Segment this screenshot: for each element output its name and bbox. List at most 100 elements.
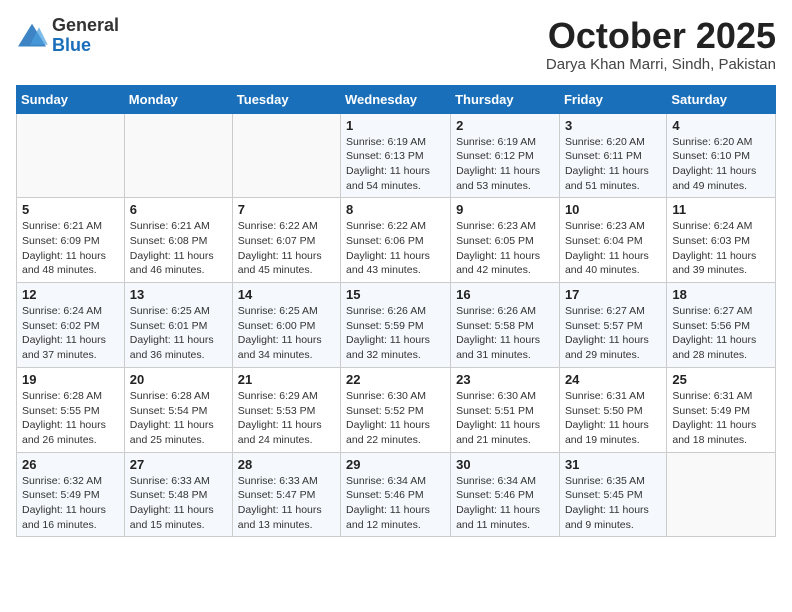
calendar-cell: 6 Sunrise: 6:21 AM Sunset: 6:08 PM Daylig… bbox=[124, 198, 232, 283]
logo-text: General Blue bbox=[52, 16, 119, 56]
day-number: 6 bbox=[130, 202, 227, 217]
calendar-cell: 7Sunrise: 6:22 AM Sunset: 6:07 PM Daylig… bbox=[232, 198, 340, 283]
day-number: 22 bbox=[346, 372, 445, 387]
calendar-cell: 15 Sunrise: 6:26 AM Sunset: 5:59 PM Dayli… bbox=[341, 283, 451, 368]
calendar-week-row: 1 Sunrise: 6:19 AM Sunset: 6:13 PM Daylig… bbox=[17, 113, 776, 198]
day-info: Sunrise: 6:33 AM Sunset: 5:47 PM Dayligh… bbox=[238, 474, 335, 533]
day-number: 7 bbox=[238, 202, 335, 217]
logo-icon bbox=[16, 22, 48, 50]
day-number: 30 bbox=[456, 457, 554, 472]
day-info: Sunrise: 6:25 AM Sunset: 6:01 PM Dayligh… bbox=[130, 304, 227, 363]
day-info: Sunrise: 6:19 AM Sunset: 6:12 PM Dayligh… bbox=[456, 135, 554, 194]
day-number: 2 bbox=[456, 118, 554, 133]
day-number: 8 bbox=[346, 202, 445, 217]
day-info: Sunrise: 6:21 AM Sunset: 6:08 PM Dayligh… bbox=[130, 219, 227, 278]
day-number: 31 bbox=[565, 457, 661, 472]
calendar-cell: 25Sunrise: 6:31 AM Sunset: 5:49 PM Dayli… bbox=[667, 367, 776, 452]
weekday-header-tuesday: Tuesday bbox=[232, 85, 340, 113]
day-number: 10 bbox=[565, 202, 661, 217]
calendar-body: 1 Sunrise: 6:19 AM Sunset: 6:13 PM Daylig… bbox=[17, 113, 776, 537]
day-info: Sunrise: 6:22 AM Sunset: 6:06 PM Dayligh… bbox=[346, 219, 445, 278]
day-info: Sunrise: 6:19 AM Sunset: 6:13 PM Dayligh… bbox=[346, 135, 445, 194]
calendar-cell: 31 Sunrise: 6:35 AM Sunset: 5:45 PM Dayli… bbox=[559, 452, 666, 537]
calendar-cell: 4Sunrise: 6:20 AM Sunset: 6:10 PM Daylig… bbox=[667, 113, 776, 198]
calendar-cell: 1 Sunrise: 6:19 AM Sunset: 6:13 PM Daylig… bbox=[341, 113, 451, 198]
day-info: Sunrise: 6:35 AM Sunset: 5:45 PM Dayligh… bbox=[565, 474, 661, 533]
calendar-week-row: 19Sunrise: 6:28 AM Sunset: 5:55 PM Dayli… bbox=[17, 367, 776, 452]
day-info: Sunrise: 6:30 AM Sunset: 5:52 PM Dayligh… bbox=[346, 389, 445, 448]
calendar-week-row: 12Sunrise: 6:24 AM Sunset: 6:02 PM Dayli… bbox=[17, 283, 776, 368]
calendar-cell: 27Sunrise: 6:33 AM Sunset: 5:48 PM Dayli… bbox=[124, 452, 232, 537]
weekday-header-wednesday: Wednesday bbox=[341, 85, 451, 113]
day-number: 17 bbox=[565, 287, 661, 302]
day-info: Sunrise: 6:20 AM Sunset: 6:11 PM Dayligh… bbox=[565, 135, 661, 194]
day-info: Sunrise: 6:23 AM Sunset: 6:04 PM Dayligh… bbox=[565, 219, 661, 278]
calendar-cell: 24 Sunrise: 6:31 AM Sunset: 5:50 PM Dayli… bbox=[559, 367, 666, 452]
day-number: 24 bbox=[565, 372, 661, 387]
calendar-table: SundayMondayTuesdayWednesdayThursdayFrid… bbox=[16, 85, 776, 538]
calendar-cell: 11 Sunrise: 6:24 AM Sunset: 6:03 PM Dayli… bbox=[667, 198, 776, 283]
weekday-header-friday: Friday bbox=[559, 85, 666, 113]
calendar-cell: 28 Sunrise: 6:33 AM Sunset: 5:47 PM Dayli… bbox=[232, 452, 340, 537]
calendar-cell: 19Sunrise: 6:28 AM Sunset: 5:55 PM Dayli… bbox=[17, 367, 125, 452]
calendar-cell: 22 Sunrise: 6:30 AM Sunset: 5:52 PM Dayli… bbox=[341, 367, 451, 452]
calendar-cell: 2 Sunrise: 6:19 AM Sunset: 6:12 PM Daylig… bbox=[451, 113, 560, 198]
day-info: Sunrise: 6:34 AM Sunset: 5:46 PM Dayligh… bbox=[346, 474, 445, 533]
calendar-cell: 14 Sunrise: 6:25 AM Sunset: 6:00 PM Dayli… bbox=[232, 283, 340, 368]
day-info: Sunrise: 6:27 AM Sunset: 5:56 PM Dayligh… bbox=[672, 304, 770, 363]
calendar-cell bbox=[17, 113, 125, 198]
day-number: 14 bbox=[238, 287, 335, 302]
calendar-cell: 13 Sunrise: 6:25 AM Sunset: 6:01 PM Dayli… bbox=[124, 283, 232, 368]
day-info: Sunrise: 6:31 AM Sunset: 5:50 PM Dayligh… bbox=[565, 389, 661, 448]
day-number: 12 bbox=[22, 287, 119, 302]
day-number: 15 bbox=[346, 287, 445, 302]
day-info: Sunrise: 6:26 AM Sunset: 5:58 PM Dayligh… bbox=[456, 304, 554, 363]
day-number: 16 bbox=[456, 287, 554, 302]
calendar-cell: 9Sunrise: 6:23 AM Sunset: 6:05 PM Daylig… bbox=[451, 198, 560, 283]
day-number: 11 bbox=[672, 202, 770, 217]
weekday-header-monday: Monday bbox=[124, 85, 232, 113]
day-number: 5 bbox=[22, 202, 119, 217]
day-info: Sunrise: 6:20 AM Sunset: 6:10 PM Dayligh… bbox=[672, 135, 770, 194]
day-info: Sunrise: 6:32 AM Sunset: 5:49 PM Dayligh… bbox=[22, 474, 119, 533]
logo: General Blue bbox=[16, 16, 119, 56]
calendar-week-row: 26 Sunrise: 6:32 AM Sunset: 5:49 PM Dayli… bbox=[17, 452, 776, 537]
calendar-cell: 17Sunrise: 6:27 AM Sunset: 5:57 PM Dayli… bbox=[559, 283, 666, 368]
calendar-cell: 18Sunrise: 6:27 AM Sunset: 5:56 PM Dayli… bbox=[667, 283, 776, 368]
day-info: Sunrise: 6:24 AM Sunset: 6:03 PM Dayligh… bbox=[672, 219, 770, 278]
day-number: 13 bbox=[130, 287, 227, 302]
calendar-cell: 30Sunrise: 6:34 AM Sunset: 5:46 PM Dayli… bbox=[451, 452, 560, 537]
day-number: 3 bbox=[565, 118, 661, 133]
logo-blue: Blue bbox=[52, 36, 119, 56]
weekday-header-thursday: Thursday bbox=[451, 85, 560, 113]
day-info: Sunrise: 6:31 AM Sunset: 5:49 PM Dayligh… bbox=[672, 389, 770, 448]
weekday-header-sunday: Sunday bbox=[17, 85, 125, 113]
calendar-header: SundayMondayTuesdayWednesdayThursdayFrid… bbox=[17, 85, 776, 113]
weekday-row: SundayMondayTuesdayWednesdayThursdayFrid… bbox=[17, 85, 776, 113]
day-number: 26 bbox=[22, 457, 119, 472]
day-info: Sunrise: 6:30 AM Sunset: 5:51 PM Dayligh… bbox=[456, 389, 554, 448]
day-info: Sunrise: 6:33 AM Sunset: 5:48 PM Dayligh… bbox=[130, 474, 227, 533]
day-info: Sunrise: 6:23 AM Sunset: 6:05 PM Dayligh… bbox=[456, 219, 554, 278]
day-number: 21 bbox=[238, 372, 335, 387]
day-number: 29 bbox=[346, 457, 445, 472]
calendar-cell: 5Sunrise: 6:21 AM Sunset: 6:09 PM Daylig… bbox=[17, 198, 125, 283]
calendar-cell: 21Sunrise: 6:29 AM Sunset: 5:53 PM Dayli… bbox=[232, 367, 340, 452]
calendar-cell bbox=[124, 113, 232, 198]
calendar-cell: 23 Sunrise: 6:30 AM Sunset: 5:51 PM Dayli… bbox=[451, 367, 560, 452]
day-number: 1 bbox=[346, 118, 445, 133]
day-info: Sunrise: 6:28 AM Sunset: 5:55 PM Dayligh… bbox=[22, 389, 119, 448]
logo-general: General bbox=[52, 16, 119, 36]
calendar-week-row: 5Sunrise: 6:21 AM Sunset: 6:09 PM Daylig… bbox=[17, 198, 776, 283]
day-number: 20 bbox=[130, 372, 227, 387]
calendar-cell: 16 Sunrise: 6:26 AM Sunset: 5:58 PM Dayli… bbox=[451, 283, 560, 368]
calendar-cell: 8 Sunrise: 6:22 AM Sunset: 6:06 PM Daylig… bbox=[341, 198, 451, 283]
page-header: General Blue October 2025 Darya Khan Mar… bbox=[16, 16, 776, 73]
day-info: Sunrise: 6:26 AM Sunset: 5:59 PM Dayligh… bbox=[346, 304, 445, 363]
day-number: 28 bbox=[238, 457, 335, 472]
day-number: 23 bbox=[456, 372, 554, 387]
title-block: October 2025 Darya Khan Marri, Sindh, Pa… bbox=[546, 16, 776, 73]
location: Darya Khan Marri, Sindh, Pakistan bbox=[546, 56, 776, 73]
weekday-header-saturday: Saturday bbox=[667, 85, 776, 113]
day-info: Sunrise: 6:25 AM Sunset: 6:00 PM Dayligh… bbox=[238, 304, 335, 363]
